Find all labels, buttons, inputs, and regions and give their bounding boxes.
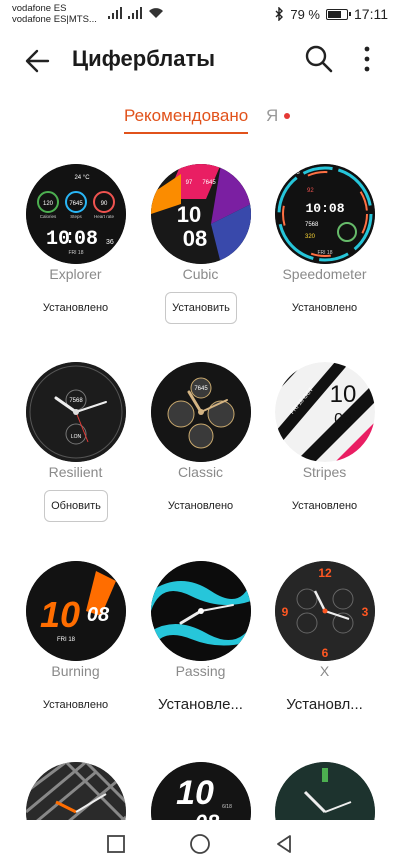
x-numeral-6: 6	[322, 646, 329, 660]
x-numeral-9: 9	[282, 605, 289, 619]
explorer-val-1: 120	[43, 201, 54, 207]
watchface-name-x: X	[319, 663, 330, 679]
back-nav-icon[interactable]	[272, 832, 296, 856]
speedometer-date: FRI 18	[317, 250, 332, 256]
tab-bar: Рекомендовано Я	[0, 100, 400, 140]
watchface-x[interactable]: 12 9 3 6	[275, 561, 375, 661]
watchface-status-x: Установл...	[286, 696, 363, 713]
battery-icon	[326, 8, 351, 20]
watchface-explorer[interactable]: 120 7645 90 Calories Steps Heart rate 24…	[26, 164, 126, 264]
watchface-status-classic: Установлено	[167, 500, 234, 512]
watchface-name-stripes: Stripes	[302, 464, 347, 480]
explorer-temp: 24 °C	[74, 175, 90, 181]
system-nav-bar	[0, 820, 400, 867]
watchface-status-passing: Установле...	[158, 696, 243, 713]
x-numeral-3: 3	[362, 605, 369, 619]
cubic-minute: 08	[183, 226, 207, 251]
signal-icon-2	[128, 7, 142, 19]
watchface-status-burning: Установлено	[42, 699, 109, 711]
more-vertical-icon[interactable]	[354, 42, 380, 76]
signal-icon	[108, 7, 122, 19]
explorer-seconds: 36	[106, 239, 114, 246]
speedometer-48: 48	[293, 170, 300, 176]
watchface-name-classic: Classic	[177, 464, 224, 480]
carrier-1: vodafone ES	[12, 3, 67, 14]
burning-minute: 08	[87, 604, 110, 626]
speedometer-time: 10:08	[305, 201, 344, 216]
watchface-status-speedometer: Установлено	[291, 302, 358, 314]
explorer-label-3: Heart rate	[94, 214, 115, 219]
page-title: Циферблаты	[72, 46, 216, 71]
cubic-hour: 10	[177, 202, 201, 227]
resilient-city: LON	[71, 434, 82, 440]
cubic-val-2: 7645	[202, 180, 216, 186]
cubic-val-1: 97	[186, 180, 193, 186]
burning-date: FRI 18	[57, 637, 76, 643]
x-numeral-12: 12	[318, 566, 332, 580]
search-icon[interactable]	[302, 42, 336, 76]
stripes-minute: 08	[334, 411, 352, 428]
notification-dot	[284, 113, 290, 119]
explorer-date: FRI 18	[68, 250, 83, 256]
signal-icons	[108, 7, 164, 19]
row4-date: 6/18	[222, 804, 232, 810]
explorer-minute: 08	[74, 228, 98, 251]
status-bar: vodafone ES vodafone ES|MTS... 79 % 17:1…	[0, 0, 400, 28]
recent-apps-icon[interactable]	[104, 832, 128, 856]
classic-steps: 7645	[194, 386, 208, 392]
carrier-2: vodafone ES|MTS...	[12, 14, 97, 25]
watchface-speedometer[interactable]: 10:08 92 7568 320 48 FRI 18	[275, 164, 375, 264]
burning-hour: 10	[40, 594, 80, 635]
wifi-icon	[149, 8, 163, 18]
home-icon[interactable]	[188, 832, 212, 856]
explorer-val-3: 90	[101, 201, 108, 207]
speedometer-heart: 92	[307, 188, 314, 194]
watchface-classic[interactable]: 7645	[151, 362, 251, 462]
tab-me[interactable]: Я	[266, 106, 278, 126]
arrow-left-icon[interactable]	[20, 44, 54, 78]
speedometer-cal: 320	[305, 234, 316, 240]
app-bar: Циферблаты	[0, 28, 400, 92]
tab-recommended[interactable]: Рекомендовано	[124, 106, 248, 126]
watchface-name-resilient: Resilient	[48, 464, 103, 480]
explorer-label-1: Calories	[40, 214, 57, 219]
stripes-hour: 10	[330, 381, 357, 408]
explorer-val-2: 7645	[69, 201, 83, 207]
resilient-steps: 7568	[69, 398, 83, 404]
watchface-status-stripes: Установлено	[291, 500, 358, 512]
battery-percent: 79 %	[290, 6, 320, 22]
watchface-status-explorer: Установлено	[42, 302, 109, 314]
watchface-burning[interactable]: 10 08 FRI 18	[26, 561, 126, 661]
watchface-cubic[interactable]: 97 7645 10 08	[151, 164, 251, 264]
watchface-name-explorer: Explorer	[49, 266, 102, 282]
update-button-resilient[interactable]: Обновить	[44, 490, 108, 522]
explorer-label-2: Steps	[70, 214, 82, 219]
watchface-name-burning: Burning	[51, 663, 100, 679]
status-right: 79 % 17:11	[275, 6, 388, 22]
watchface-resilient[interactable]: 7568 LON	[26, 362, 126, 462]
row4-hour: 10	[176, 774, 214, 812]
watchface-name-speedometer: Speedometer	[282, 266, 367, 282]
clock: 17:11	[354, 6, 388, 22]
tab-indicator	[124, 132, 248, 134]
speedometer-steps: 7568	[305, 222, 319, 228]
bluetooth-icon	[275, 7, 284, 21]
watchface-stripes[interactable]: 10 08 FRI 18 OCT	[275, 362, 375, 462]
watchface-passing[interactable]	[151, 561, 251, 661]
install-button-cubic[interactable]: Установить	[165, 292, 237, 324]
watchface-name-passing: Passing	[175, 663, 226, 679]
carrier-info: vodafone ES vodafone ES|MTS...	[12, 3, 97, 25]
watchface-name-cubic: Cubic	[182, 266, 219, 282]
